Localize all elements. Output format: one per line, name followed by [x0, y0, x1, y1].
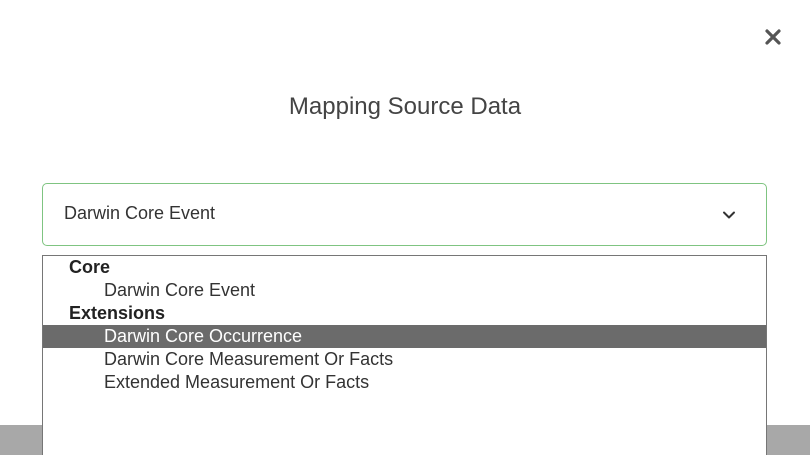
optgroup-core: Core [69, 257, 111, 277]
close-button[interactable] [756, 20, 790, 54]
mapping-dialog: Mapping Source Data Darwin Core Event Co… [0, 0, 810, 455]
option-darwin-core-occurrence[interactable]: Darwin Core Occurrence [43, 325, 766, 348]
close-icon [765, 29, 781, 45]
select-dropdown-list[interactable]: Core Darwin Core Event Extensions Darwin… [42, 255, 767, 455]
dialog-title: Mapping Source Data [288, 93, 522, 120]
optgroup-extensions: Extensions [69, 303, 166, 323]
option-extended-measurement-or-facts[interactable]: Extended Measurement Or Facts [43, 371, 766, 394]
chevron-down-icon [723, 211, 735, 219]
select-value: Darwin Core Event [64, 203, 216, 223]
option-darwin-core-event[interactable]: Darwin Core Event [43, 279, 766, 302]
option-darwin-core-measurement-or-facts[interactable]: Darwin Core Measurement Or Facts [43, 348, 766, 371]
source-data-select[interactable]: Darwin Core Event [42, 183, 767, 246]
